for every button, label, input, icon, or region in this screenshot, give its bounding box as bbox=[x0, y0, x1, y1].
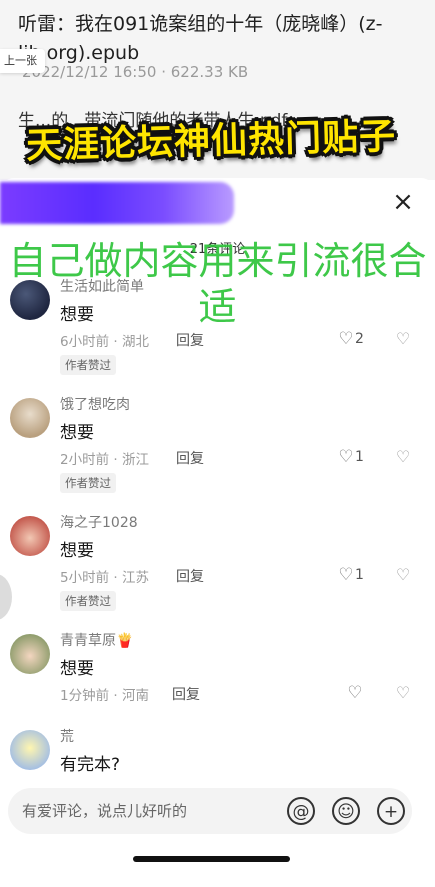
close-icon: × bbox=[392, 187, 414, 217]
avatar[interactable] bbox=[10, 398, 50, 438]
comment-username[interactable]: 海之子1028 bbox=[60, 512, 138, 532]
overlay-caption: 自己做内容用来引流很合适 bbox=[8, 239, 427, 329]
author-liked-badge: 作者赞过 bbox=[60, 591, 116, 611]
comment-time-location: 2小时前 · 浙江 bbox=[60, 452, 149, 468]
comment-username[interactable]: 饿了想吃肉 bbox=[60, 394, 130, 414]
comment-username[interactable]: 青青草原🍟 bbox=[60, 630, 133, 650]
author-liked-badge: 作者赞过 bbox=[60, 355, 116, 375]
redacted-header bbox=[0, 182, 234, 224]
heart-icon: ♡ bbox=[338, 447, 354, 467]
reply-button[interactable]: 回复 bbox=[176, 566, 204, 586]
author-liked-badge: 作者赞过 bbox=[60, 473, 116, 493]
comment-text: 有完本? bbox=[60, 755, 121, 775]
like-count: 1 bbox=[355, 449, 364, 465]
comment-text: 想要 bbox=[60, 423, 94, 443]
comment-time-location: 6小时前 · 湖北 bbox=[60, 334, 149, 350]
like-button[interactable]: ♡1 bbox=[337, 565, 364, 585]
heart-icon: ♡ bbox=[338, 565, 354, 585]
like-count: 1 bbox=[355, 567, 364, 583]
comment-text: 想要 bbox=[60, 541, 94, 561]
file-meta: 2022/12/12 16:50 · 622.33 KB bbox=[22, 63, 249, 81]
reply-button[interactable]: 回复 bbox=[176, 448, 204, 468]
banner-title: 天涯论坛神仙热门贴子 bbox=[25, 116, 397, 167]
reply-button[interactable]: 回复 bbox=[172, 684, 200, 704]
comment-item: 海之子1028 想要 5小时前 · 江苏 回复 ♡1 ♡ 作者赞过 bbox=[0, 515, 435, 634]
heart-icon: ♡ bbox=[338, 329, 354, 349]
comment-input-bar[interactable]: 有爱评论，说点儿好听的 @ ☺ + bbox=[8, 788, 412, 834]
dislike-icon[interactable]: ♡ bbox=[394, 683, 412, 702]
like-button[interactable]: ♡ bbox=[346, 683, 364, 703]
dislike-icon[interactable]: ♡ bbox=[394, 329, 412, 348]
emoji-icon[interactable]: ☺ bbox=[332, 797, 360, 825]
comment-username[interactable]: 荒 bbox=[60, 726, 74, 746]
dislike-icon[interactable]: ♡ bbox=[394, 447, 412, 466]
dislike-icon[interactable]: ♡ bbox=[394, 565, 412, 584]
avatar[interactable] bbox=[10, 730, 50, 770]
home-indicator bbox=[133, 856, 290, 862]
comment-item: 饿了想吃肉 想要 2小时前 · 浙江 回复 ♡1 ♡ 作者赞过 bbox=[0, 397, 435, 516]
at-icon[interactable]: @ bbox=[287, 797, 315, 825]
prev-label: 上一张 bbox=[4, 54, 37, 67]
like-button[interactable]: ♡2 bbox=[337, 329, 364, 349]
reply-button[interactable]: 回复 bbox=[176, 330, 204, 350]
heart-icon: ♡ bbox=[347, 683, 363, 703]
previous-image-button[interactable]: 上一张 bbox=[0, 49, 45, 73]
like-count: 2 bbox=[355, 331, 364, 347]
avatar[interactable] bbox=[10, 634, 50, 674]
comment-text: 想要 bbox=[60, 659, 94, 679]
comment-time-location: 1分钟前 · 河南 bbox=[60, 688, 149, 704]
comment-time-location: 5小时前 · 江苏 bbox=[60, 570, 149, 586]
file-title: 听雷：我在091诡案组的十年（庞晓峰）(z-lib.org).epub bbox=[18, 13, 383, 64]
avatar[interactable] bbox=[10, 516, 50, 556]
comment-input[interactable]: 有爱评论，说点儿好听的 bbox=[22, 788, 187, 834]
add-icon[interactable]: + bbox=[377, 797, 405, 825]
close-button[interactable]: × bbox=[389, 188, 417, 216]
comment-item: 荒 有完本? bbox=[0, 729, 435, 780]
like-button[interactable]: ♡1 bbox=[337, 447, 364, 467]
